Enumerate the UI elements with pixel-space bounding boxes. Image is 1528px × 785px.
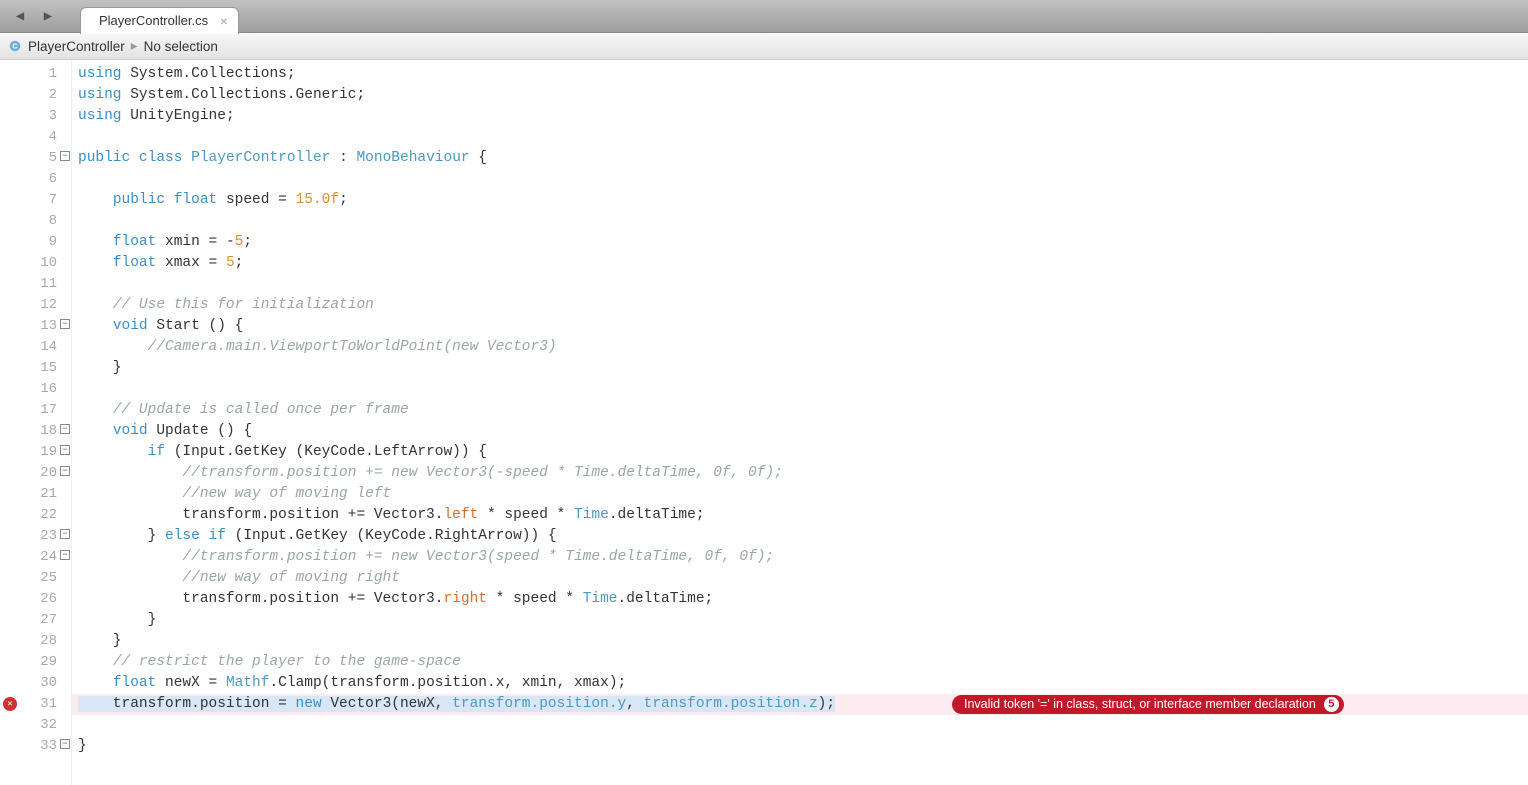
code-line[interactable]: using System.Collections.Generic;: [72, 85, 1528, 106]
line-number: 18−: [0, 421, 71, 442]
line-number: 8: [0, 211, 71, 232]
code-line[interactable]: [72, 127, 1528, 148]
close-icon[interactable]: ×: [220, 13, 228, 29]
breadcrumb-selection[interactable]: No selection: [144, 39, 218, 54]
toolbar: ◀ ▶ PlayerController.cs ×: [0, 0, 1528, 33]
code-line[interactable]: float newX = Mathf.Clamp(transform.posit…: [72, 673, 1528, 694]
line-number: 11: [0, 274, 71, 295]
fold-toggle-icon[interactable]: −: [60, 319, 70, 329]
fold-toggle-icon[interactable]: −: [60, 739, 70, 749]
code-line[interactable]: // restrict the player to the game-space: [72, 652, 1528, 673]
code-line[interactable]: [72, 169, 1528, 190]
line-number: 32: [0, 715, 71, 736]
csharp-file-icon: C: [8, 39, 22, 53]
code-line[interactable]: }: [72, 631, 1528, 652]
code-line[interactable]: if (Input.GetKey (KeyCode.LeftArrow)) {: [72, 442, 1528, 463]
code-line[interactable]: //transform.position += new Vector3(-spe…: [72, 463, 1528, 484]
nav-back-icon[interactable]: ◀: [12, 8, 28, 24]
tab-title: PlayerController.cs: [99, 13, 208, 28]
line-number: 22: [0, 505, 71, 526]
line-number: 3: [0, 106, 71, 127]
code-line[interactable]: [72, 211, 1528, 232]
line-number: 10: [0, 253, 71, 274]
code-line[interactable]: public class PlayerController : MonoBeha…: [72, 148, 1528, 169]
code-line[interactable]: [72, 274, 1528, 295]
code-line[interactable]: //new way of moving left: [72, 484, 1528, 505]
nav-forward-icon[interactable]: ▶: [40, 8, 56, 24]
code-line[interactable]: transform.position += Vector3.left * spe…: [72, 505, 1528, 526]
line-number: 30: [0, 673, 71, 694]
breadcrumb-class[interactable]: PlayerController: [28, 39, 125, 54]
line-number: 7: [0, 190, 71, 211]
code-line[interactable]: }: [72, 736, 1528, 757]
line-number: 12: [0, 295, 71, 316]
line-number: 5−: [0, 148, 71, 169]
code-line[interactable]: //transform.position += new Vector3(spee…: [72, 547, 1528, 568]
code-line[interactable]: //Camera.main.ViewportToWorldPoint(new V…: [72, 337, 1528, 358]
fold-toggle-icon[interactable]: −: [60, 529, 70, 539]
line-number: 27: [0, 610, 71, 631]
line-number: 6: [0, 169, 71, 190]
code-line[interactable]: //new way of moving right: [72, 568, 1528, 589]
code-line[interactable]: [72, 715, 1528, 736]
code-line[interactable]: }: [72, 358, 1528, 379]
line-number: 31: [0, 694, 71, 715]
line-number: 9: [0, 232, 71, 253]
line-number: 20−: [0, 463, 71, 484]
chevron-right-icon: ▸: [131, 38, 138, 54]
fold-toggle-icon[interactable]: −: [60, 151, 70, 161]
fold-toggle-icon[interactable]: −: [60, 424, 70, 434]
code-line[interactable]: } else if (Input.GetKey (KeyCode.RightAr…: [72, 526, 1528, 547]
line-number: 1: [0, 64, 71, 85]
code-line[interactable]: }: [72, 610, 1528, 631]
code-line[interactable]: // Update is called once per frame: [72, 400, 1528, 421]
error-message: Invalid token '=' in class, struct, or i…: [964, 695, 1316, 714]
line-number: 28: [0, 631, 71, 652]
code-line[interactable]: float xmax = 5;: [72, 253, 1528, 274]
code-line[interactable]: void Update () {: [72, 421, 1528, 442]
code-line[interactable]: public float speed = 15.0f;: [72, 190, 1528, 211]
error-tooltip[interactable]: Invalid token '=' in class, struct, or i…: [952, 695, 1344, 714]
line-number: 17: [0, 400, 71, 421]
line-number: 13−: [0, 316, 71, 337]
fold-toggle-icon[interactable]: −: [60, 445, 70, 455]
code-line[interactable]: using UnityEngine;: [72, 106, 1528, 127]
code-line[interactable]: // Use this for initialization: [72, 295, 1528, 316]
line-number: 15: [0, 358, 71, 379]
file-tab[interactable]: PlayerController.cs ×: [80, 7, 239, 34]
code-editor[interactable]: 12345−678910111213−1415161718−19−20−2122…: [0, 60, 1528, 785]
code-line[interactable]: transform.position += Vector3.right * sp…: [72, 589, 1528, 610]
fold-toggle-icon[interactable]: −: [60, 550, 70, 560]
fold-toggle-icon[interactable]: −: [60, 466, 70, 476]
line-number: 2: [0, 85, 71, 106]
code-line[interactable]: float xmin = -5;: [72, 232, 1528, 253]
code-line[interactable]: void Start () {: [72, 316, 1528, 337]
line-number: 33−: [0, 736, 71, 757]
breadcrumb: C PlayerController ▸ No selection: [0, 33, 1528, 60]
line-number: 29: [0, 652, 71, 673]
line-number: 16: [0, 379, 71, 400]
line-number: 26: [0, 589, 71, 610]
line-number-gutter: 12345−678910111213−1415161718−19−20−2122…: [0, 60, 72, 785]
code-area[interactable]: using System.Collections;using System.Co…: [72, 60, 1528, 785]
line-number: 25: [0, 568, 71, 589]
line-number: 24−: [0, 547, 71, 568]
code-line[interactable]: [72, 379, 1528, 400]
error-count-badge: 5: [1324, 697, 1339, 712]
line-number: 14: [0, 337, 71, 358]
code-line[interactable]: using System.Collections;: [72, 64, 1528, 85]
line-number: 23−: [0, 526, 71, 547]
line-number: 4: [0, 127, 71, 148]
line-number: 19−: [0, 442, 71, 463]
svg-text:C: C: [12, 44, 17, 51]
error-icon[interactable]: [3, 697, 17, 711]
code-line[interactable]: transform.position = new Vector3(newX, t…: [72, 694, 1528, 715]
line-number: 21: [0, 484, 71, 505]
